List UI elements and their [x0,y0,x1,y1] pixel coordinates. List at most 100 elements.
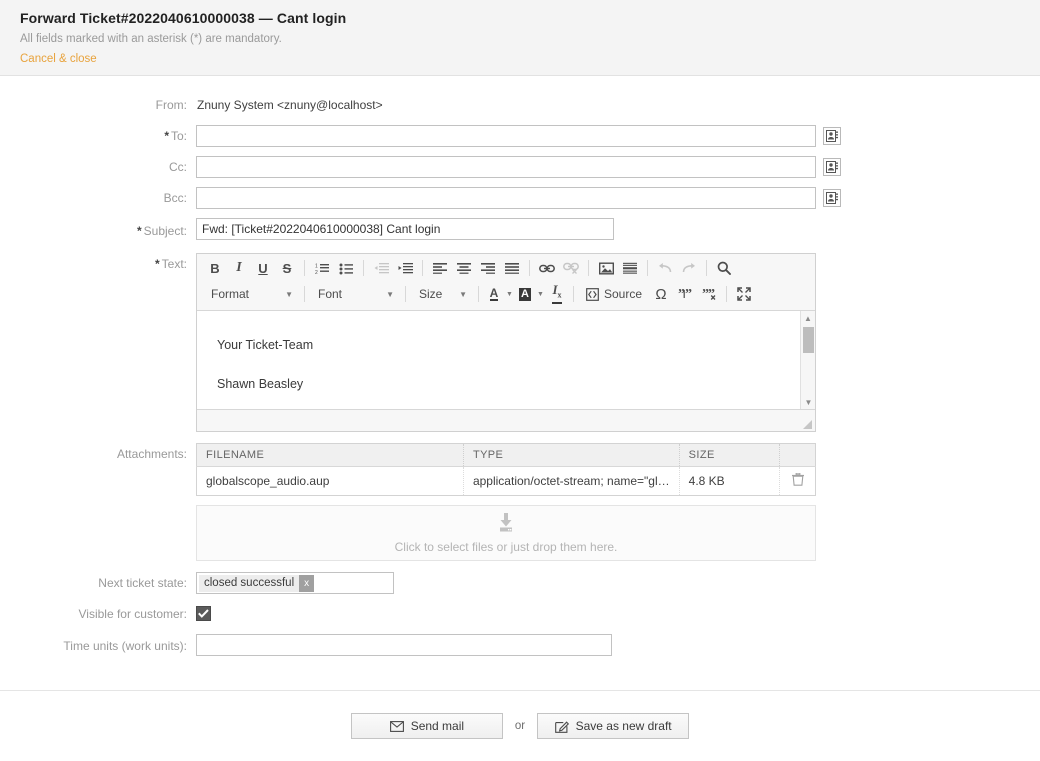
horizontal-rule-button[interactable] [618,257,642,279]
to-required-marker: * [164,129,169,143]
bulleted-list-icon [339,262,354,275]
unlink-icon [563,262,579,274]
bcc-address-book-button[interactable] [823,189,841,207]
table-row: globalscope_audio.aup application/octet-… [197,467,816,496]
save-as-new-draft-button[interactable]: Save as new draft [537,713,689,739]
background-color-dropdown[interactable]: ▼ [535,283,546,305]
remove-format-button[interactable]: Ix [546,283,568,305]
underline-button[interactable]: U [251,257,275,279]
editor-line-1: Your Ticket-Team [217,339,815,352]
text-label: *Text: [0,253,196,275]
font-select[interactable]: Font ▼ [310,283,400,305]
image-button[interactable] [594,257,618,279]
file-dropzone[interactable]: Click to select files or just drop them … [196,505,816,561]
next-ticket-state-select[interactable]: closed successful x [196,572,394,594]
italic-button[interactable]: I [227,257,251,279]
editor-body[interactable]: Your Ticket-Team Shawn Beasley ▲ ▼ [197,310,815,410]
attachments-col-actions [780,444,816,467]
time-units-input[interactable] [196,634,612,656]
find-button[interactable] [712,257,736,279]
time-units-label: Time units (work units): [0,634,196,658]
search-icon [717,261,731,275]
time-units-row: Time units (work units): [0,634,1040,658]
attachment-type: application/octet-stream; name="gl… [463,467,679,496]
special-character-button[interactable]: Ω [649,283,673,305]
editor-line-2: Shawn Beasley [217,378,815,391]
to-address-book-button[interactable] [823,127,841,145]
bcc-input[interactable] [196,187,816,209]
format-select-label: Format [211,287,249,301]
to-label: *To: [0,125,196,147]
size-select[interactable]: Size ▼ [411,283,473,305]
trash-icon[interactable] [792,473,804,486]
subject-input[interactable] [196,218,614,240]
to-input[interactable] [196,125,816,147]
mandatory-hint: All fields marked with an asterisk (*) a… [20,33,1040,45]
subject-label: *Subject: [0,218,196,244]
editor-toolbar-row-1: B I U S 1 2 [197,254,815,282]
or-separator-label: or [515,720,525,732]
visible-for-customer-checkbox[interactable] [196,606,211,621]
unlink-button[interactable] [559,257,583,279]
toolbar-separator [706,260,707,276]
insert-quote-button[interactable]: ” ” [673,283,697,305]
attachments-col-filename: FILENAME [197,444,464,467]
align-right-button[interactable] [476,257,500,279]
editor-scrollbar[interactable]: ▲ ▼ [800,311,815,409]
cc-input[interactable] [196,156,816,178]
align-center-button[interactable] [452,257,476,279]
decrease-indent-button[interactable] [369,257,393,279]
align-left-button[interactable] [428,257,452,279]
increase-indent-button[interactable] [393,257,417,279]
cancel-and-close-link[interactable]: Cancel & close [20,53,97,65]
to-label-text: To: [171,129,187,143]
maximize-button[interactable] [732,283,756,305]
remove-state-token-button[interactable]: x [299,575,314,592]
attachments-row: Attachments: FILENAME TYPE SIZE globalsc… [0,443,1040,561]
attachments-table: FILENAME TYPE SIZE globalscope_audio.aup… [196,443,816,496]
strikethrough-button[interactable]: S [275,257,299,279]
text-color-icon: A [490,288,499,301]
chevron-down-icon: ▼ [537,291,544,298]
link-button[interactable] [535,257,559,279]
attachment-delete-cell[interactable] [780,467,816,496]
bcc-row: Bcc: [0,187,1040,209]
send-mail-label: Send mail [411,719,464,733]
text-color-button[interactable]: A [484,283,504,305]
bold-button[interactable]: B [203,257,227,279]
attachments-col-type: TYPE [463,444,679,467]
send-mail-button[interactable]: Send mail [351,713,503,739]
state-token: closed successful x [199,575,314,592]
format-select[interactable]: Format ▼ [203,283,299,305]
toolbar-separator [363,260,364,276]
save-as-new-draft-label: Save as new draft [576,719,672,733]
toolbar-separator [726,286,727,302]
remove-quote-button[interactable]: ” ” [697,283,721,305]
undo-button[interactable] [653,257,677,279]
attachment-filename: globalscope_audio.aup [197,467,464,496]
address-book-icon [826,192,838,204]
redo-button[interactable] [677,257,701,279]
attachment-size: 4.8 KB [679,467,780,496]
maximize-icon [737,287,751,301]
bulleted-list-button[interactable] [334,257,358,279]
align-justify-button[interactable] [500,257,524,279]
scroll-up-arrow-icon[interactable]: ▲ [801,311,815,325]
scrollbar-thumb[interactable] [803,327,814,353]
editor-resize-handle[interactable] [803,420,812,429]
editor-content[interactable]: Your Ticket-Team Shawn Beasley [197,311,815,390]
forward-ticket-form: From: Znuny System <znuny@localhost> *To… [0,76,1040,658]
numbered-list-button[interactable]: 1 2 [310,257,334,279]
numbered-list-icon: 1 2 [315,262,330,275]
remove-quote-icon: ” ” [702,288,717,301]
cc-address-book-button[interactable] [823,158,841,176]
source-button[interactable]: Source [579,283,649,305]
subject-row: *Subject: [0,218,1040,244]
background-color-button[interactable]: A [515,283,535,305]
editor-footer [197,410,815,431]
text-color-dropdown[interactable]: ▼ [504,283,515,305]
align-justify-icon [505,262,519,274]
text-row: *Text: B I U S 1 2 [0,253,1040,432]
increase-indent-icon [398,262,413,275]
scroll-down-arrow-icon[interactable]: ▼ [801,395,815,409]
